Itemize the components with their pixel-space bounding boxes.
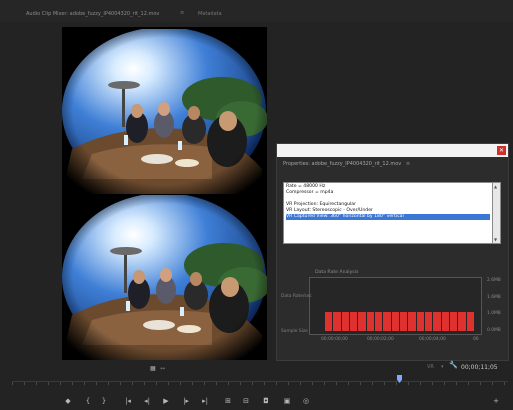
expand-icon[interactable]: ↔ bbox=[160, 365, 165, 372]
chevron-down-icon[interactable]: ▾ bbox=[441, 364, 444, 370]
add-button[interactable]: + bbox=[490, 396, 502, 407]
data-rate-bar bbox=[391, 312, 399, 331]
add-marker-button[interactable]: ◆ bbox=[62, 396, 74, 407]
properties-title: Properties: adobe_fuzzy_IP4004320_rit_12… bbox=[283, 161, 402, 167]
right-eye-image bbox=[62, 195, 267, 360]
data-rate-bar bbox=[366, 312, 374, 331]
time-tick-label: 00 bbox=[473, 337, 479, 342]
mark-out-icon: } bbox=[101, 397, 107, 405]
overwrite-button[interactable]: ⊟ bbox=[240, 396, 252, 407]
data-rate-bar bbox=[449, 312, 458, 331]
transport-controls: ◆ {} |◂ ◂| ▶ |▸ ▸| ⊞ ⊟ ◘ ▣ ◎ + bbox=[0, 393, 513, 410]
data-rate-bar bbox=[383, 312, 391, 331]
data-rate-bar bbox=[325, 312, 333, 331]
sample-size-axis-label: Sample Size bbox=[281, 329, 308, 334]
plus-icon: + bbox=[493, 397, 499, 405]
go-to-out-button[interactable]: ▸| bbox=[199, 396, 211, 407]
property-line: VR Captured View: 360° horizontal by 180… bbox=[286, 214, 490, 220]
data-rate-bar bbox=[374, 312, 383, 331]
mark-in-button[interactable]: { bbox=[82, 396, 94, 407]
time-tick-label: 00;00;00;00 bbox=[321, 337, 348, 342]
right-tick-label: 1.6MB bbox=[487, 295, 501, 300]
settings-icon: ◎ bbox=[302, 397, 310, 405]
step-forward-button[interactable]: |▸ bbox=[180, 396, 192, 407]
right-tick-label: 0.0MB bbox=[487, 328, 501, 333]
wrench-icon[interactable]: 🔧 bbox=[449, 361, 458, 369]
metadata-tab[interactable]: Metadata bbox=[198, 11, 222, 17]
data-rate-bar bbox=[433, 312, 441, 331]
right-tick-label: 1.0MB bbox=[487, 311, 501, 316]
time-ruler[interactable] bbox=[12, 381, 508, 387]
go-to-in-icon: |◂ bbox=[125, 397, 131, 405]
vr-label: VR bbox=[427, 364, 434, 370]
insert-icon: ⊞ bbox=[225, 397, 231, 405]
data-rate-bars bbox=[325, 312, 475, 331]
program-monitor-frame[interactable] bbox=[62, 27, 267, 360]
play-icon: ▶ bbox=[163, 397, 169, 405]
export-frame-button[interactable]: ◘ bbox=[260, 396, 272, 407]
close-icon[interactable]: ✕ bbox=[497, 146, 506, 155]
mark-out-button[interactable]: } bbox=[98, 396, 110, 407]
data-rate-bar bbox=[349, 312, 358, 331]
settings-button[interactable]: ◎ bbox=[300, 396, 312, 407]
data-rate-bar bbox=[466, 312, 474, 331]
scroll-up-icon[interactable]: ▲ bbox=[494, 184, 497, 189]
data-rate-bar bbox=[399, 312, 408, 331]
marker-icon: ◆ bbox=[65, 397, 71, 405]
play-button[interactable]: ▶ bbox=[160, 396, 172, 407]
time-tick-label: 00;00;04;00 bbox=[419, 337, 446, 342]
data-rate-bar bbox=[416, 312, 424, 331]
data-rate-bar bbox=[341, 312, 349, 331]
panel-menu-icon[interactable]: ≡ bbox=[180, 10, 184, 16]
step-back-icon: ◂| bbox=[144, 397, 150, 405]
step-forward-icon: |▸ bbox=[183, 397, 189, 405]
scroll-down-icon[interactable]: ▼ bbox=[494, 237, 497, 242]
right-tick-label: 2.6MB bbox=[487, 278, 501, 283]
properties-dialog: ✕ Properties: adobe_fuzzy_IP4004320_rit_… bbox=[276, 143, 509, 361]
panel-header: Audio Clip Mixer: adobe_fuzzy_IP4004320_… bbox=[0, 0, 513, 22]
data-rate-bar bbox=[358, 312, 366, 331]
properties-text-area[interactable]: Rate = 48000 Hz Compressor = mp4a VR Proje… bbox=[283, 182, 493, 244]
data-rate-bar bbox=[333, 312, 341, 331]
go-to-in-button[interactable]: |◂ bbox=[122, 396, 134, 407]
mark-in-icon: { bbox=[85, 397, 91, 405]
insert-button[interactable]: ⊞ bbox=[222, 396, 234, 407]
dialog-titlebar[interactable]: ✕ bbox=[277, 144, 508, 157]
view-mode-icon[interactable]: ▦ bbox=[150, 365, 156, 372]
camera-icon: ◘ bbox=[263, 397, 269, 405]
panel-title[interactable]: Audio Clip Mixer: adobe_fuzzy_IP4004320_… bbox=[26, 11, 159, 17]
properties-scrollbar[interactable]: ▲ ▼ bbox=[493, 182, 501, 244]
properties-header: Properties: adobe_fuzzy_IP4004320_rit_12… bbox=[277, 157, 508, 171]
data-rate-bar bbox=[441, 312, 449, 331]
go-to-out-icon: ▸| bbox=[202, 397, 208, 405]
vr-toggle-button[interactable]: ▣ bbox=[281, 396, 293, 407]
timecode[interactable]: 00;00;11;05 bbox=[461, 364, 498, 371]
vr-video-icon: ▣ bbox=[283, 397, 291, 405]
data-rate-bar bbox=[408, 312, 416, 331]
step-back-button[interactable]: ◂| bbox=[141, 396, 153, 407]
data-rate-bar bbox=[458, 312, 466, 331]
time-tick-label: 00;00;02;00 bbox=[367, 337, 394, 342]
data-rate-title: Data Rate Analysis bbox=[315, 270, 359, 275]
data-rate-bar bbox=[424, 312, 433, 331]
left-eye-image bbox=[62, 29, 267, 194]
data-rate-axis-label: Data Rate/sec bbox=[281, 294, 312, 299]
overwrite-icon: ⊟ bbox=[243, 397, 249, 405]
menu-icon[interactable]: ≡ bbox=[406, 157, 410, 171]
